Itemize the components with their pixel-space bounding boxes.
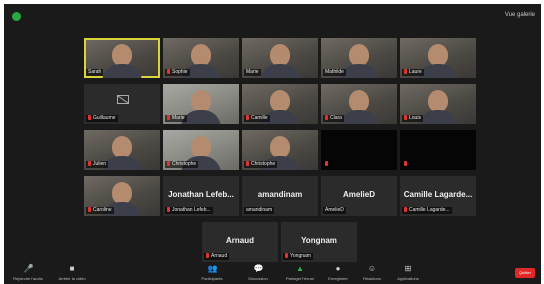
participant-tile[interactable]: Sophie: [163, 38, 239, 78]
participant-tile[interactable]: Yongnam Yongnam: [281, 222, 357, 262]
top-bar: Vue galerie: [4, 4, 541, 30]
join-audio-button[interactable]: 🎤 Rejoindre l'audio: [8, 264, 48, 282]
muted-mic-icon: [285, 253, 288, 259]
participant-name: Caroline: [86, 207, 114, 214]
reactions-button[interactable]: ☺ Réactions: [352, 264, 392, 282]
muted-mic-icon: [88, 115, 91, 121]
apps-icon: ⊞: [404, 264, 412, 273]
participant-tile[interactable]: amandinam amandinam: [242, 176, 318, 216]
participant-big-name: Jonathan Lefeb...: [168, 190, 234, 199]
participant-tile[interactable]: Camille: [242, 84, 318, 124]
participant-big-name: Camille Lagarde...: [403, 190, 473, 199]
participant-name: [323, 161, 332, 168]
participant-tile[interactable]: Jonathan Lefeb... Jonathan Lefeb...: [163, 176, 239, 216]
participant-tile[interactable]: Christophe: [242, 130, 318, 170]
participant-tile[interactable]: Marie: [242, 38, 318, 78]
participant-name: amandinam: [244, 207, 275, 214]
participant-tile[interactable]: Clara: [321, 84, 397, 124]
muted-mic-icon: [88, 161, 91, 167]
participant-name: Camille: [244, 115, 270, 122]
participant-tile[interactable]: AmelieD AmelieD: [321, 176, 397, 216]
participant-tile[interactable]: Caroline: [84, 176, 160, 216]
participant-tile[interactable]: Guillaume: [84, 84, 160, 124]
muted-mic-icon: [404, 161, 407, 167]
participant-tile[interactable]: Louis: [400, 84, 476, 124]
participant-tile[interactable]: [321, 130, 397, 170]
participant-tile[interactable]: Julien: [84, 130, 160, 170]
participant-big-name: AmelieD: [342, 190, 375, 199]
participant-name: [402, 161, 411, 168]
participant-name: Guillaume: [86, 115, 118, 122]
participant-name: Camille Lagarde...: [402, 207, 452, 214]
participant-name: Sophie: [165, 69, 190, 76]
apps-button[interactable]: ⊞ Applications: [388, 264, 428, 282]
participant-name: Christophe: [244, 161, 278, 168]
record-icon: ●: [335, 264, 341, 273]
muted-mic-icon: [404, 207, 407, 213]
muted-mic-icon: [246, 115, 249, 121]
participant-name: Yongnam: [283, 253, 313, 260]
participant-big-name: Arnaud: [226, 236, 254, 245]
participant-tile[interactable]: Camille Lagarde... Camille Lagarde...: [400, 176, 476, 216]
muted-mic-icon: [325, 161, 328, 167]
participant-name: Sarah: [86, 69, 104, 76]
view-toggle-button[interactable]: Vue galerie: [505, 12, 535, 18]
participant-name: Louis: [402, 115, 423, 122]
participant-tile[interactable]: Arnaud Arnaud: [202, 222, 278, 262]
participant-name: Marie: [244, 69, 261, 76]
participant-name: Arnaud: [204, 253, 230, 260]
chat-icon: 💬: [253, 264, 264, 273]
participant-big-name: amandinam: [257, 190, 303, 199]
participant-tile[interactable]: Marie: [163, 84, 239, 124]
participant-name: Marie: [165, 115, 187, 122]
leave-button[interactable]: Quitter: [515, 268, 535, 278]
participants-icon: 👥: [207, 264, 218, 273]
muted-mic-icon: [167, 115, 170, 121]
participants-button[interactable]: 👥 Participants: [192, 264, 232, 282]
participant-name: Mathilde: [323, 69, 346, 76]
participant-name: Julien: [86, 161, 109, 168]
share-screen-icon: ▲: [296, 264, 304, 273]
muted-mic-icon: [167, 161, 170, 167]
participant-name: Laure: [402, 69, 424, 76]
muted-mic-icon: [206, 253, 209, 259]
participant-name: AmelieD: [323, 207, 346, 214]
participant-name: Clara: [323, 115, 344, 122]
chat-button[interactable]: 💬 Discussion: [238, 264, 278, 282]
participant-tile[interactable]: Christophe: [163, 130, 239, 170]
participant-tile[interactable]: Sarah: [84, 38, 160, 78]
muted-mic-icon: [88, 207, 91, 213]
participant-tile[interactable]: Mathilde: [321, 38, 397, 78]
participant-name: Christophe: [165, 161, 199, 168]
stop-video-button[interactable]: ■ Arrêter la vidéo: [52, 264, 92, 282]
security-shield-icon[interactable]: [12, 12, 21, 21]
muted-mic-icon: [325, 115, 328, 121]
muted-mic-icon: [404, 115, 407, 121]
video-camera-icon: ■: [69, 264, 75, 273]
participant-big-name: Yongnam: [301, 236, 337, 245]
zoom-meeting-window: Vue galerie Sarah Sophie Marie Mathilde …: [4, 4, 541, 284]
muted-mic-icon: [167, 207, 170, 213]
reactions-icon: ☺: [367, 264, 377, 273]
participant-name: Jonathan Lefeb...: [165, 207, 213, 214]
share-screen-button[interactable]: ▲ Partager l'écran: [280, 264, 320, 282]
participant-tile[interactable]: Laure: [400, 38, 476, 78]
muted-mic-icon: [246, 161, 249, 167]
muted-mic-icon: [167, 69, 170, 75]
muted-mic-icon: [404, 69, 407, 75]
microphone-icon: 🎤: [23, 264, 34, 273]
camera-off-icon: [117, 95, 129, 104]
participant-tile[interactable]: [400, 130, 476, 170]
meeting-toolbar: 🎤 Rejoindre l'audio ■ Arrêter la vidéo 👥 Pa…: [4, 262, 541, 284]
